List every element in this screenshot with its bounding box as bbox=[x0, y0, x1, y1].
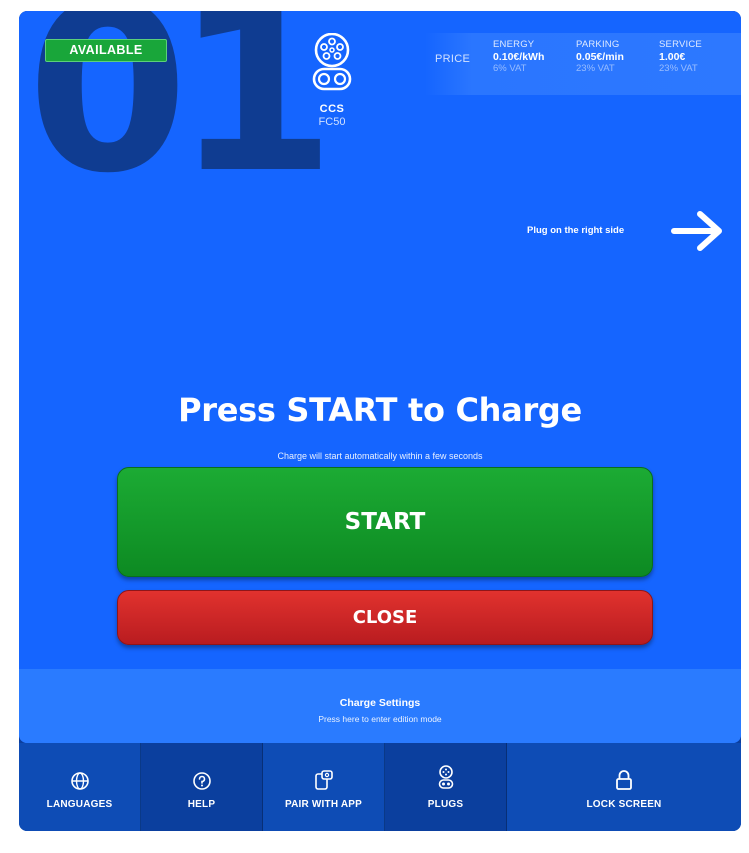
arrow-right-icon bbox=[670, 209, 726, 257]
start-button[interactable]: START bbox=[117, 467, 653, 577]
price-panel: PRICE ENERGY 0.10€/kWh 6% VAT PARKING 0.… bbox=[425, 33, 741, 95]
price-label: PRICE bbox=[435, 53, 471, 65]
plug-type: CCS bbox=[319, 103, 345, 115]
nav-pair-with-app[interactable]: PAIR WITH APP bbox=[263, 743, 385, 831]
price-value: 0.10€/kWh bbox=[493, 51, 545, 63]
kiosk-frame: 01 AVAILABLE CCS FC50 PRICE ENERGY 0.10€… bbox=[0, 0, 749, 853]
nav-label: LANGUAGES bbox=[46, 798, 113, 810]
status-badge: AVAILABLE bbox=[45, 39, 167, 62]
charger-device: 01 AVAILABLE CCS FC50 PRICE ENERGY 0.10€… bbox=[19, 11, 741, 831]
price-header: PARKING bbox=[576, 39, 620, 50]
price-vat: 23% VAT bbox=[576, 63, 615, 74]
plug-side-text: Plug on the right side bbox=[527, 225, 625, 236]
price-value: 1.00€ bbox=[659, 51, 686, 63]
ccs-connector-icon bbox=[297, 33, 367, 93]
nav-help[interactable]: HELP bbox=[141, 743, 263, 831]
settings-subtitle: Press here to enter edition mode bbox=[318, 714, 442, 724]
nav-lock-screen[interactable]: LOCK SCREEN bbox=[507, 743, 741, 831]
nav-label: PLUGS bbox=[427, 798, 464, 810]
page-title: Press START to Charge bbox=[178, 391, 582, 429]
globe-icon bbox=[70, 765, 90, 791]
plug-info: CCS FC50 bbox=[297, 33, 367, 128]
price-vat: 6% VAT bbox=[493, 63, 527, 74]
close-button[interactable]: CLOSE bbox=[117, 590, 653, 645]
charger-screen: 01 AVAILABLE CCS FC50 PRICE ENERGY 0.10€… bbox=[19, 11, 741, 743]
page-subtitle: Charge will start automatically within a… bbox=[277, 451, 483, 461]
price-header: ENERGY bbox=[493, 39, 535, 50]
pair-app-icon bbox=[314, 765, 334, 791]
charge-settings-button[interactable]: Charge Settings Press here to enter edit… bbox=[19, 669, 741, 743]
nav-label: LOCK SCREEN bbox=[586, 798, 662, 810]
nav-label: PAIR WITH APP bbox=[284, 798, 363, 810]
price-energy: ENERGY 0.10€/kWh 6% VAT bbox=[493, 39, 573, 75]
price-header: SERVICE bbox=[659, 39, 702, 50]
price-service: SERVICE 1.00€ 23% VAT bbox=[659, 39, 739, 75]
nav-label: HELP bbox=[187, 798, 216, 810]
plug-icon bbox=[438, 764, 454, 791]
price-value: 0.05€/min bbox=[576, 51, 624, 63]
nav-plugs[interactable]: PLUGS bbox=[385, 743, 507, 831]
settings-title: Charge Settings bbox=[339, 697, 421, 709]
nav-languages[interactable]: LANGUAGES bbox=[19, 743, 141, 831]
lock-icon bbox=[615, 765, 633, 791]
help-icon bbox=[192, 765, 212, 791]
bottom-nav: LANGUAGES HELP PAIR WITH APP PLUGS LOCK … bbox=[19, 743, 741, 831]
price-vat: 23% VAT bbox=[659, 63, 698, 74]
plug-model: FC50 bbox=[318, 116, 346, 128]
price-parking: PARKING 0.05€/min 23% VAT bbox=[576, 39, 656, 75]
